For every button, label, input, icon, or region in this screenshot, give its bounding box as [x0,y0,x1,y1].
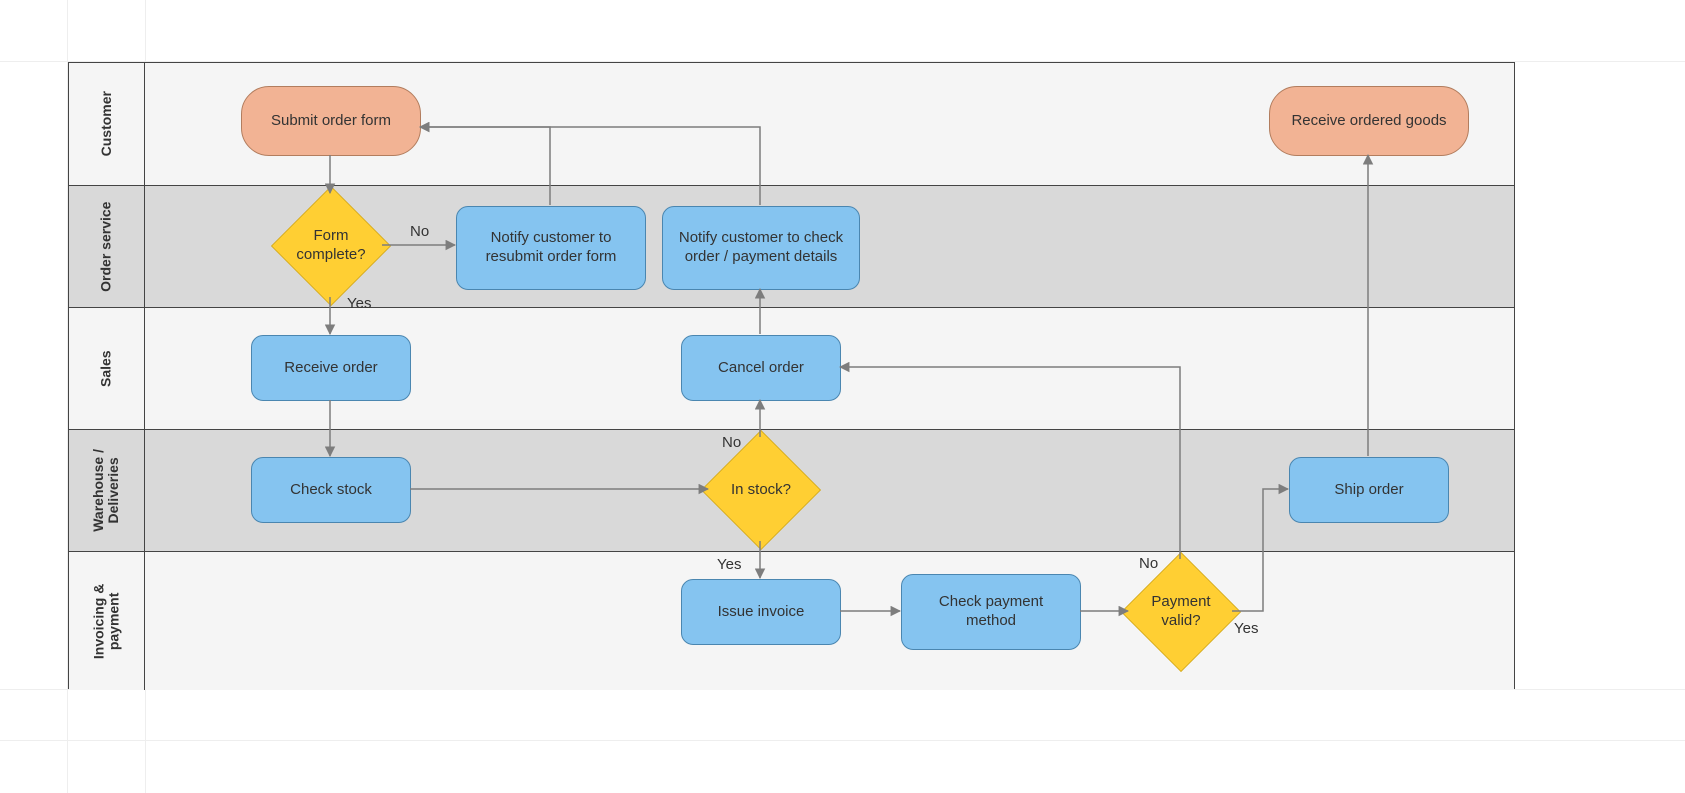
lane-header-warehouse: Warehouse / Deliveries [69,430,145,551]
lane-label: Invoicing & payment [91,583,122,658]
lane-label: Customer [99,91,114,156]
lane-label: Warehouse / Deliveries [91,449,122,532]
node-label: Form complete? [281,227,381,265]
node-label: Issue invoice [718,603,805,622]
edge-label-yes: Yes [1232,620,1260,637]
node-form-complete[interactable]: Form complete? [271,186,391,306]
node-check-payment[interactable]: Check payment method [901,574,1081,650]
edge-label-no: No [408,223,431,240]
node-label: Check stock [290,481,372,500]
node-label: In stock? [731,481,791,500]
lane-header-sales: Sales [69,308,145,429]
node-label: Notify customer to resubmit order form [467,229,635,267]
node-label: Check payment method [912,593,1070,631]
node-label: Notify customer to check order / payment… [673,229,849,267]
node-label: Receive order [284,359,377,378]
node-issue-invoice[interactable]: Issue invoice [681,579,841,645]
node-in-stock[interactable]: In stock? [701,430,821,550]
edge-label-yes: Yes [715,556,743,573]
node-submit-order[interactable]: Submit order form [241,86,421,156]
node-ship-order[interactable]: Ship order [1289,457,1449,523]
lane-header-customer: Customer [69,63,145,185]
node-receive-goods[interactable]: Receive ordered goods [1269,86,1469,156]
lane-header-order-service: Order service [69,186,145,307]
diagram-canvas: Customer Order service Sales Warehouse /… [0,0,1685,793]
node-notify-check[interactable]: Notify customer to check order / payment… [662,206,860,290]
node-label: Cancel order [718,359,804,378]
node-label: Submit order form [271,112,391,131]
edge-label-no: No [720,434,743,451]
node-label: Ship order [1334,481,1403,500]
node-cancel-order[interactable]: Cancel order [681,335,841,401]
lane-label: Order service [99,201,114,291]
node-label: Payment valid? [1131,593,1231,631]
edge-label-no: No [1137,555,1160,572]
edge-label-yes: Yes [345,295,373,312]
lane-label: Sales [99,350,114,387]
node-receive-order[interactable]: Receive order [251,335,411,401]
node-notify-resubmit[interactable]: Notify customer to resubmit order form [456,206,646,290]
lane-header-invoicing: Invoicing & payment [69,552,145,690]
node-check-stock[interactable]: Check stock [251,457,411,523]
swimlane-pool: Customer Order service Sales Warehouse /… [68,62,1515,689]
node-label: Receive ordered goods [1291,112,1446,131]
